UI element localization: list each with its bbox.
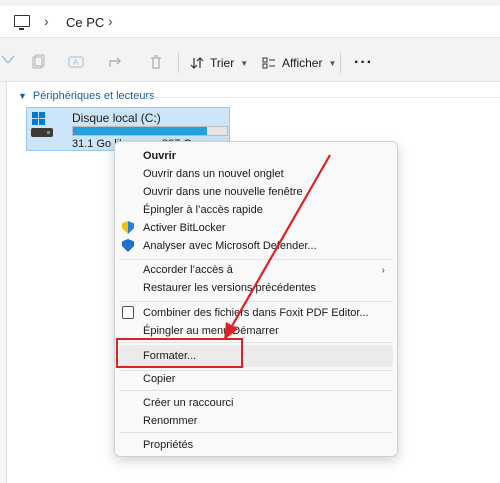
collapse-arrow-icon: ▼ (18, 91, 27, 101)
copy-icon[interactable] (30, 54, 46, 70)
menu-separator (119, 390, 393, 391)
menu-item-label: Analyser avec Microsoft Defender... (143, 240, 317, 252)
drive-name: Disque local (C:) (72, 111, 161, 125)
rename-icon[interactable]: A (68, 54, 84, 70)
menu-separator (119, 432, 393, 433)
address-bar: › Ce PC › (0, 0, 500, 44)
cut-icon[interactable] (0, 54, 16, 70)
menu-item-label: Accorder l’accès à (143, 264, 233, 276)
menu-item-label: Créer un raccourci (143, 397, 234, 409)
annotation-highlight-box (116, 338, 243, 368)
menu-separator (119, 259, 393, 260)
breadcrumb-ce-pc[interactable]: Ce PC (66, 15, 104, 30)
menu-item-copy[interactable]: Copier (119, 370, 393, 388)
view-icon (262, 57, 275, 69)
menu-item-label: Combiner des fichiers dans Foxit PDF Edi… (143, 307, 369, 319)
section-divider (146, 97, 500, 98)
defender-shield-icon (122, 239, 136, 253)
delete-icon[interactable] (148, 54, 164, 70)
menu-item-give-access[interactable]: Accorder l’accès à › (119, 261, 393, 279)
chevron-right-icon[interactable]: › (108, 13, 113, 29)
menu-item-open-new-tab[interactable]: Ouvrir dans un nouvel onglet (119, 165, 393, 183)
hard-drive-icon (31, 128, 53, 137)
sort-button[interactable]: Trier ▼ (190, 52, 248, 74)
section-header-devices[interactable]: ▼ Périphériques et lecteurs (18, 90, 155, 102)
view-label: Afficher (282, 56, 323, 70)
drive-usage-fill (73, 127, 207, 135)
context-menu: Ouvrir Ouvrir dans un nouvel onglet Ouvr… (114, 141, 398, 457)
menu-item-create-shortcut[interactable]: Créer un raccourci (119, 394, 393, 412)
menu-item-label: Ouvrir (143, 150, 177, 162)
address-box[interactable]: › Ce PC › (0, 6, 500, 38)
menu-separator (119, 301, 393, 302)
chevron-right-icon: › (381, 264, 385, 276)
menu-item-label: Ouvrir dans un nouvel onglet (143, 168, 284, 180)
menu-item-open-new-window[interactable]: Ouvrir dans une nouvelle fenêtre (119, 183, 393, 201)
menu-item-foxit-combine[interactable]: Combiner des fichiers dans Foxit PDF Edi… (119, 304, 393, 322)
menu-item-label: Propriétés (143, 439, 194, 451)
menu-item-pin-quick-access[interactable]: Épingler à l’accès rapide (119, 201, 393, 219)
menu-item-label: Ouvrir dans une nouvelle fenêtre (143, 186, 303, 198)
menu-item-label: Restaurer les versions précédentes (143, 282, 317, 294)
toolbar-divider (340, 53, 341, 73)
share-icon[interactable] (108, 54, 124, 70)
uac-shield-icon (122, 221, 136, 235)
toolbar-divider (178, 53, 179, 73)
menu-item-defender-scan[interactable]: Analyser avec Microsoft Defender... (119, 237, 393, 255)
chevron-right-icon[interactable]: › (44, 13, 49, 29)
menu-item-restore-versions[interactable]: Restaurer les versions précédentes (119, 279, 393, 297)
drive-usage-bar (72, 126, 228, 136)
menu-item-open[interactable]: Ouvrir (119, 147, 393, 165)
more-options-button[interactable]: ··· (354, 54, 373, 72)
section-title: Périphériques et lecteurs (32, 90, 155, 102)
menu-item-label: Épingler au menu Démarrer (143, 325, 279, 337)
chevron-down-icon: ▼ (240, 58, 249, 68)
menu-item-label: Renommer (143, 415, 198, 427)
computer-icon (14, 15, 30, 30)
chevron-down-icon: ▼ (328, 58, 337, 68)
view-button[interactable]: Afficher ▼ (262, 52, 336, 74)
sort-label: Trier (210, 56, 235, 70)
navigation-pane-edge (0, 82, 7, 483)
svg-text:A: A (73, 58, 79, 67)
sort-icon (190, 57, 204, 69)
menu-item-properties[interactable]: Propriétés (119, 436, 393, 454)
menu-item-label: Copier (143, 373, 176, 385)
menu-item-rename[interactable]: Renommer (119, 412, 393, 430)
menu-item-label: Activer BitLocker (143, 222, 226, 234)
foxit-pdf-icon (122, 306, 136, 320)
menu-item-bitlocker[interactable]: Activer BitLocker (119, 219, 393, 237)
command-bar: A Trier ▼ Afficher ▼ ··· (0, 44, 500, 82)
menu-item-label: Épingler à l’accès rapide (143, 204, 263, 216)
windows-logo-icon (32, 112, 46, 126)
